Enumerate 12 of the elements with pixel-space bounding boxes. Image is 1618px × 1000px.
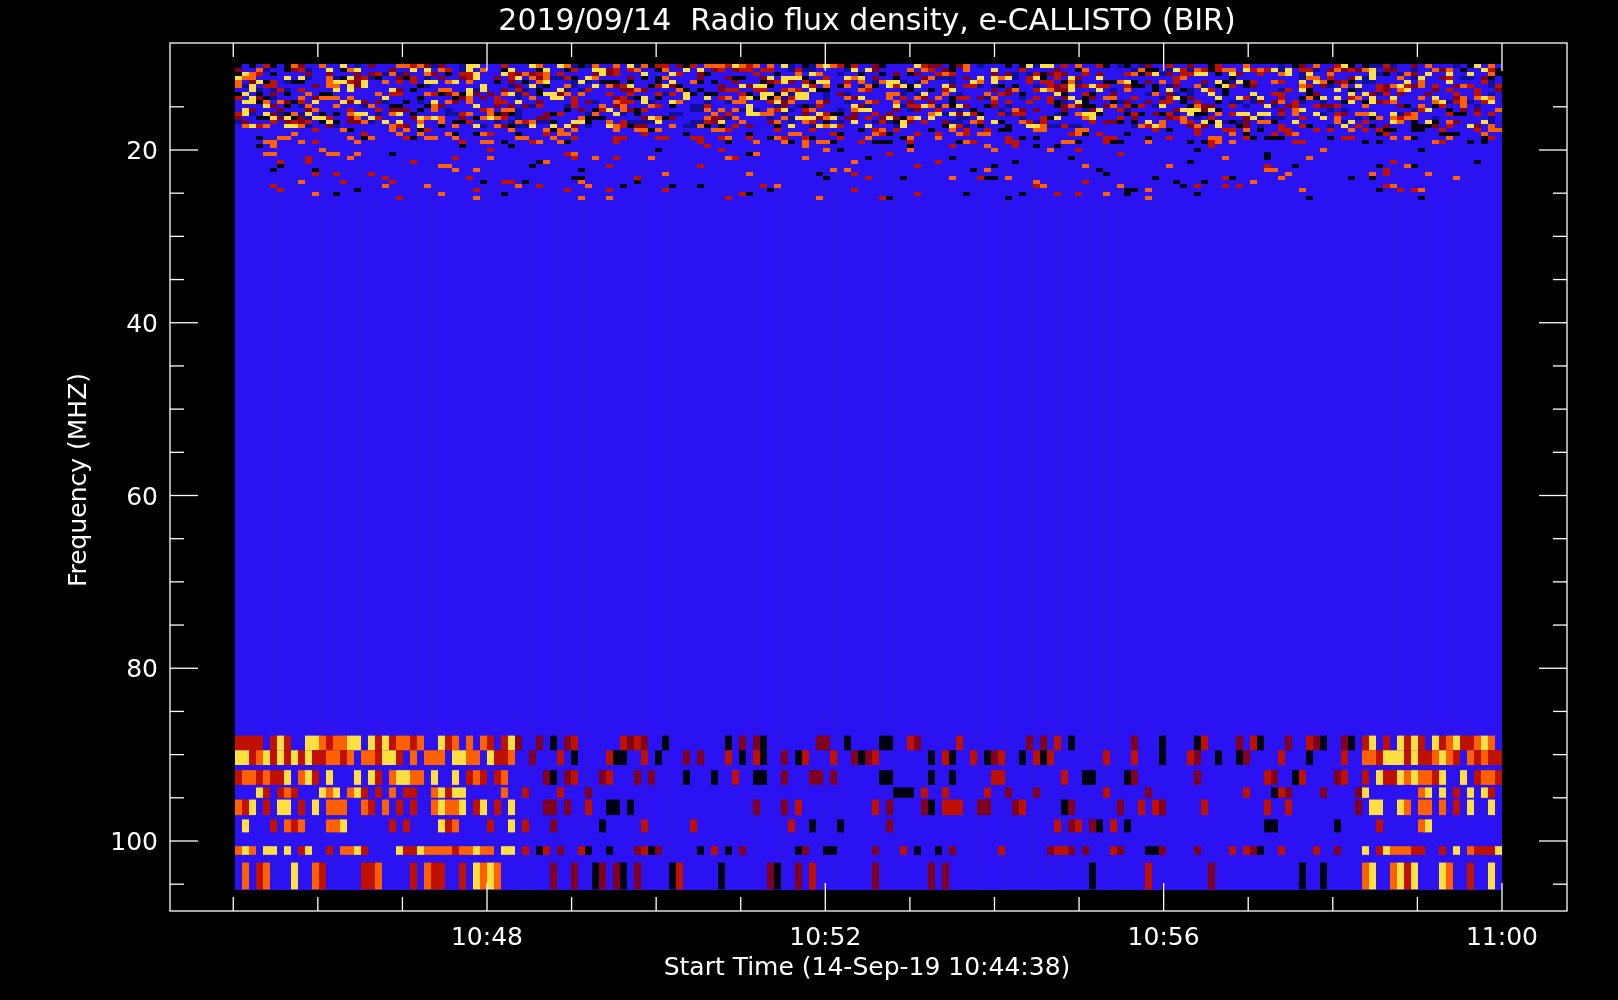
x-tick-label: 11:00 [1465,922,1538,951]
y-tick-label: 60 [126,481,158,511]
y-tick-label: 40 [126,308,158,338]
y-axis-label: Frequency (MHZ) [63,372,92,588]
x-tick-label: 10:56 [1127,922,1200,951]
y-tick-label: 20 [126,136,158,165]
chart-title: 2019/09/14 Radio flux density, e-CALLISTO (BIR) [498,2,1236,37]
x-tick-label: 10:48 [451,922,523,951]
y-tick-label: 80 [126,654,158,684]
x-tick-label: 10:52 [789,922,862,951]
x-axis-label: Start Time (14-Sep-19 10:44:38) [663,952,1071,981]
y-tick-label: 100 [110,827,158,856]
